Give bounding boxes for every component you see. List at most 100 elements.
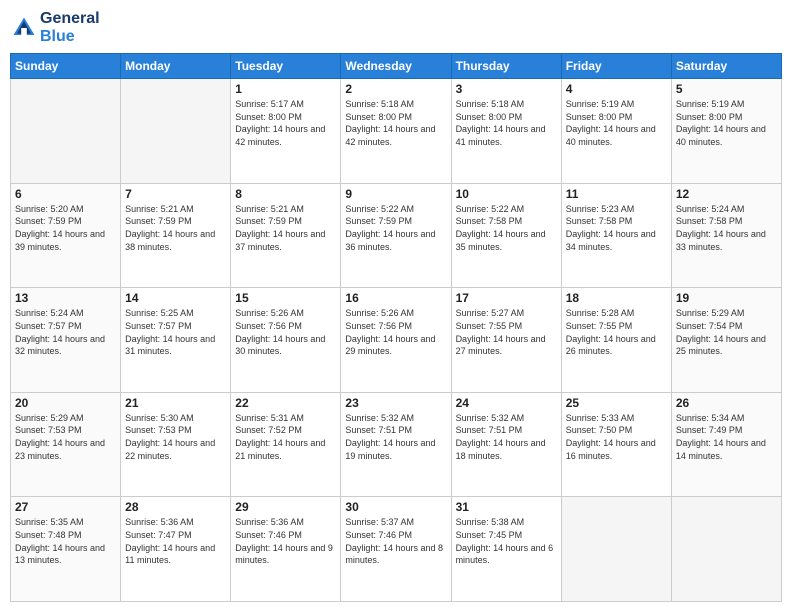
day-number: 8 — [235, 187, 336, 201]
day-number: 17 — [456, 291, 557, 305]
calendar-cell: 25 Sunrise: 5:33 AMSunset: 7:50 PMDayligh… — [561, 392, 671, 497]
day-info: Sunrise: 5:29 AMSunset: 7:53 PMDaylight:… — [15, 412, 116, 462]
calendar-cell: 18Sunrise: 5:28 AMSunset: 7:55 PMDayligh… — [561, 288, 671, 393]
weekday-header: Wednesday — [341, 54, 451, 79]
day-number: 26 — [676, 396, 777, 410]
weekday-header: Monday — [121, 54, 231, 79]
day-number: 9 — [345, 187, 446, 201]
logo: General Blue — [10, 10, 100, 45]
day-number: 20 — [15, 396, 116, 410]
calendar-cell: 10 Sunrise: 5:22 AMSunset: 7:58 PMDayligh… — [451, 183, 561, 288]
calendar-cell — [121, 79, 231, 184]
day-info: Sunrise: 5:25 AMSunset: 7:57 PMDaylight:… — [125, 307, 226, 357]
day-info: Sunrise: 5:27 AMSunset: 7:55 PMDaylight:… — [456, 307, 557, 357]
day-info: Sunrise: 5:35 AMSunset: 7:48 PMDaylight:… — [15, 516, 116, 566]
day-number: 24 — [456, 396, 557, 410]
calendar-cell — [671, 497, 781, 602]
day-info: Sunrise: 5:30 AMSunset: 7:53 PMDaylight:… — [125, 412, 226, 462]
day-number: 5 — [676, 82, 777, 96]
day-number: 4 — [566, 82, 667, 96]
calendar-cell: 19 Sunrise: 5:29 AMSunset: 7:54 PMDayligh… — [671, 288, 781, 393]
day-number: 27 — [15, 500, 116, 514]
weekday-header: Friday — [561, 54, 671, 79]
calendar-cell: 4 Sunrise: 5:19 AMSunset: 8:00 PMDaylight… — [561, 79, 671, 184]
weekday-header: Saturday — [671, 54, 781, 79]
day-number: 14 — [125, 291, 226, 305]
weekday-header: Sunday — [11, 54, 121, 79]
calendar-cell: 1Sunrise: 5:17 AMSunset: 8:00 PMDaylight… — [231, 79, 341, 184]
calendar-cell: 13 Sunrise: 5:24 AMSunset: 7:57 PMDayligh… — [11, 288, 121, 393]
calendar-cell: 7 Sunrise: 5:21 AMSunset: 7:59 PMDaylight… — [121, 183, 231, 288]
calendar-cell — [561, 497, 671, 602]
day-info: Sunrise: 5:18 AMSunset: 8:00 PMDaylight:… — [345, 98, 446, 148]
day-info: Sunrise: 5:26 AMSunset: 7:56 PMDaylight:… — [235, 307, 336, 357]
day-number: 25 — [566, 396, 667, 410]
day-info: Sunrise: 5:20 AMSunset: 7:59 PMDaylight:… — [15, 203, 116, 253]
logo-text: General Blue — [40, 10, 100, 45]
weekday-header: Thursday — [451, 54, 561, 79]
calendar-cell: 22Sunrise: 5:31 AMSunset: 7:52 PMDayligh… — [231, 392, 341, 497]
calendar-cell: 15 Sunrise: 5:26 AMSunset: 7:56 PMDayligh… — [231, 288, 341, 393]
day-info: Sunrise: 5:21 AMSunset: 7:59 PMDaylight:… — [125, 203, 226, 253]
day-number: 12 — [676, 187, 777, 201]
calendar-cell: 27 Sunrise: 5:35 AMSunset: 7:48 PMDayligh… — [11, 497, 121, 602]
day-number: 18 — [566, 291, 667, 305]
day-info: Sunrise: 5:31 AMSunset: 7:52 PMDaylight:… — [235, 412, 336, 462]
day-info: Sunrise: 5:26 AMSunset: 7:56 PMDaylight:… — [345, 307, 446, 357]
day-number: 13 — [15, 291, 116, 305]
calendar-cell — [11, 79, 121, 184]
day-number: 29 — [235, 500, 336, 514]
calendar-cell: 14 Sunrise: 5:25 AMSunset: 7:57 PMDayligh… — [121, 288, 231, 393]
logo-icon — [10, 14, 38, 42]
calendar-cell: 5 Sunrise: 5:19 AMSunset: 8:00 PMDaylight… — [671, 79, 781, 184]
day-number: 21 — [125, 396, 226, 410]
header: General Blue — [10, 10, 782, 45]
calendar-cell: 12 Sunrise: 5:24 AMSunset: 7:58 PMDayligh… — [671, 183, 781, 288]
day-info: Sunrise: 5:36 AMSunset: 7:46 PMDaylight:… — [235, 516, 336, 566]
day-info: Sunrise: 5:22 AMSunset: 7:58 PMDaylight:… — [456, 203, 557, 253]
day-info: Sunrise: 5:24 AMSunset: 7:57 PMDaylight:… — [15, 307, 116, 357]
day-info: Sunrise: 5:37 AMSunset: 7:46 PMDaylight:… — [345, 516, 446, 566]
day-info: Sunrise: 5:33 AMSunset: 7:50 PMDaylight:… — [566, 412, 667, 462]
day-number: 15 — [235, 291, 336, 305]
day-info: Sunrise: 5:21 AMSunset: 7:59 PMDaylight:… — [235, 203, 336, 253]
page: General Blue SundayMondayTuesdayWednesda… — [0, 0, 792, 612]
day-number: 30 — [345, 500, 446, 514]
day-info: Sunrise: 5:32 AMSunset: 7:51 PMDaylight:… — [345, 412, 446, 462]
day-info: Sunrise: 5:18 AMSunset: 8:00 PMDaylight:… — [456, 98, 557, 148]
calendar-cell: 16 Sunrise: 5:26 AMSunset: 7:56 PMDayligh… — [341, 288, 451, 393]
calendar-table: SundayMondayTuesdayWednesdayThursdayFrid… — [10, 53, 782, 602]
calendar-cell: 21 Sunrise: 5:30 AMSunset: 7:53 PMDayligh… — [121, 392, 231, 497]
day-number: 2 — [345, 82, 446, 96]
day-info: Sunrise: 5:19 AMSunset: 8:00 PMDaylight:… — [676, 98, 777, 148]
day-info: Sunrise: 5:22 AMSunset: 7:59 PMDaylight:… — [345, 203, 446, 253]
day-info: Sunrise: 5:23 AMSunset: 7:58 PMDaylight:… — [566, 203, 667, 253]
day-info: Sunrise: 5:29 AMSunset: 7:54 PMDaylight:… — [676, 307, 777, 357]
calendar-cell: 23 Sunrise: 5:32 AMSunset: 7:51 PMDayligh… — [341, 392, 451, 497]
calendar-week-row: 13 Sunrise: 5:24 AMSunset: 7:57 PMDayligh… — [11, 288, 782, 393]
calendar-header-row: SundayMondayTuesdayWednesdayThursdayFrid… — [11, 54, 782, 79]
day-number: 11 — [566, 187, 667, 201]
day-number: 28 — [125, 500, 226, 514]
calendar-cell: 3Sunrise: 5:18 AMSunset: 8:00 PMDaylight… — [451, 79, 561, 184]
day-number: 7 — [125, 187, 226, 201]
calendar-week-row: 20 Sunrise: 5:29 AMSunset: 7:53 PMDayligh… — [11, 392, 782, 497]
calendar-cell: 26Sunrise: 5:34 AMSunset: 7:49 PMDayligh… — [671, 392, 781, 497]
calendar-week-row: 27 Sunrise: 5:35 AMSunset: 7:48 PMDayligh… — [11, 497, 782, 602]
day-info: Sunrise: 5:17 AMSunset: 8:00 PMDaylight:… — [235, 98, 336, 148]
calendar-cell: 24 Sunrise: 5:32 AMSunset: 7:51 PMDayligh… — [451, 392, 561, 497]
day-number: 19 — [676, 291, 777, 305]
day-info: Sunrise: 5:19 AMSunset: 8:00 PMDaylight:… — [566, 98, 667, 148]
day-number: 10 — [456, 187, 557, 201]
day-number: 31 — [456, 500, 557, 514]
calendar-cell: 29 Sunrise: 5:36 AMSunset: 7:46 PMDayligh… — [231, 497, 341, 602]
weekday-header: Tuesday — [231, 54, 341, 79]
calendar-cell: 31Sunrise: 5:38 AMSunset: 7:45 PMDayligh… — [451, 497, 561, 602]
day-info: Sunrise: 5:32 AMSunset: 7:51 PMDaylight:… — [456, 412, 557, 462]
day-number: 23 — [345, 396, 446, 410]
day-info: Sunrise: 5:24 AMSunset: 7:58 PMDaylight:… — [676, 203, 777, 253]
calendar-cell: 17 Sunrise: 5:27 AMSunset: 7:55 PMDayligh… — [451, 288, 561, 393]
calendar-cell: 20 Sunrise: 5:29 AMSunset: 7:53 PMDayligh… — [11, 392, 121, 497]
calendar-cell: 28Sunrise: 5:36 AMSunset: 7:47 PMDayligh… — [121, 497, 231, 602]
day-number: 16 — [345, 291, 446, 305]
